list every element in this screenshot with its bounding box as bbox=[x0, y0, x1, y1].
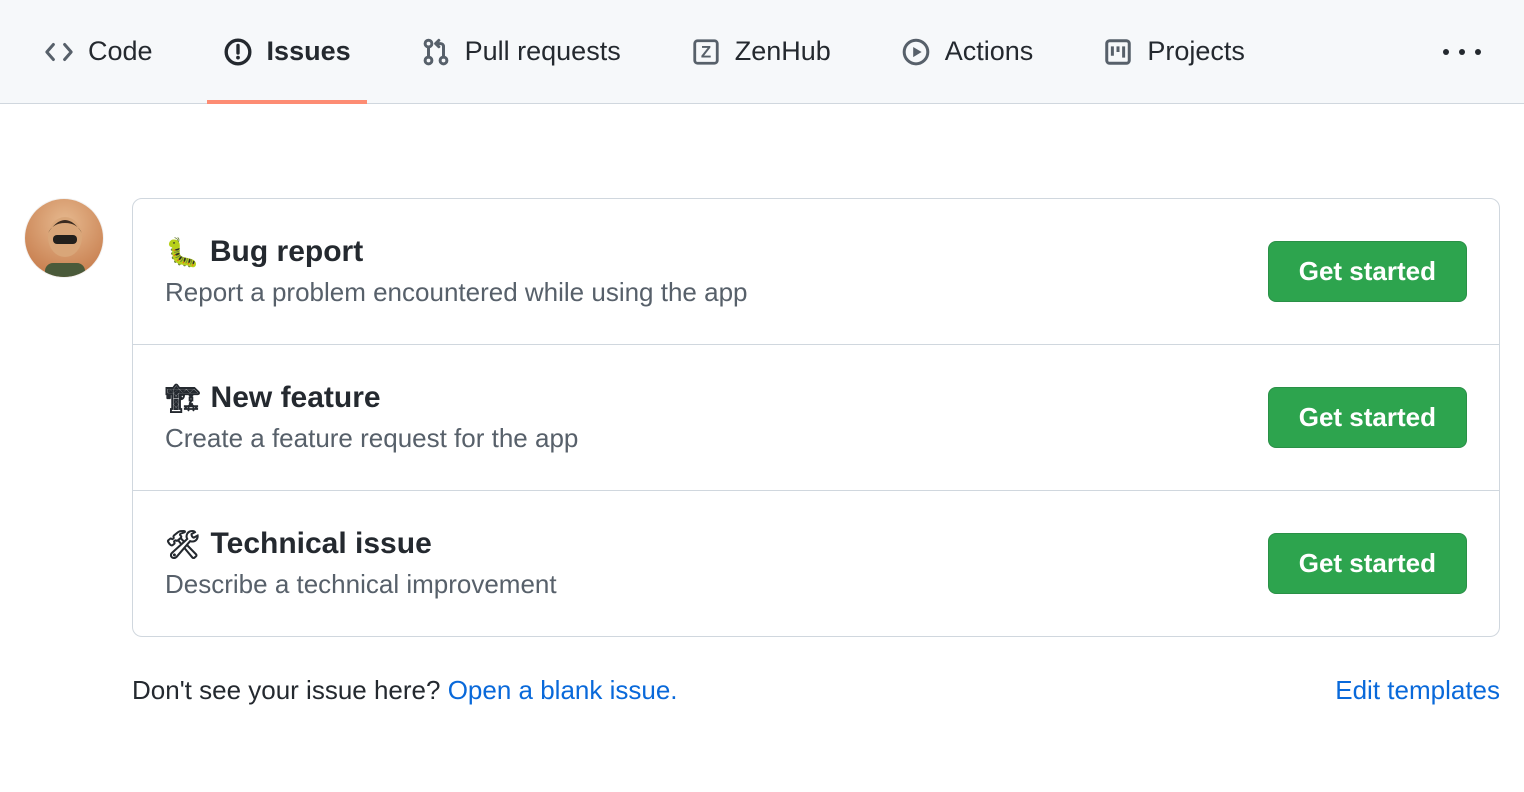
code-icon bbox=[44, 37, 74, 67]
avatar[interactable] bbox=[24, 198, 104, 278]
play-icon bbox=[901, 37, 931, 67]
main-column: 🐛 Bug report Report a problem encountere… bbox=[132, 198, 1500, 706]
template-info: 🐛 Bug report Report a problem encountere… bbox=[165, 235, 1244, 308]
tab-zenhub[interactable]: Z ZenHub bbox=[675, 0, 847, 103]
git-pull-request-icon bbox=[421, 37, 451, 67]
template-list: 🐛 Bug report Report a problem encountere… bbox=[132, 198, 1500, 637]
kebab-icon bbox=[1443, 49, 1449, 55]
tab-label: Projects bbox=[1147, 36, 1245, 67]
template-info: 🏗 New feature Create a feature request f… bbox=[165, 381, 1244, 454]
issue-template-chooser: 🐛 Bug report Report a problem encountere… bbox=[0, 104, 1524, 746]
footer-prompt: Don't see your issue here? bbox=[132, 675, 448, 705]
get-started-button[interactable]: Get started bbox=[1268, 387, 1467, 448]
tab-label: Pull requests bbox=[465, 36, 621, 67]
tab-projects[interactable]: Projects bbox=[1087, 0, 1261, 103]
overflow-menu-button[interactable] bbox=[1428, 49, 1496, 55]
svg-text:Z: Z bbox=[701, 42, 711, 61]
template-title: 🐛 Bug report bbox=[165, 235, 1244, 269]
crane-icon: 🏗 bbox=[165, 382, 201, 415]
template-row-technical-issue: 🛠 Technical issue Describe a technical i… bbox=[133, 490, 1499, 636]
template-row-new-feature: 🏗 New feature Create a feature request f… bbox=[133, 344, 1499, 490]
template-description: Describe a technical improvement bbox=[165, 569, 1244, 600]
footer-left: Don't see your issue here? Open a blank … bbox=[132, 675, 678, 706]
repo-nav: Code Issues Pull requests Z ZenHub Actio… bbox=[0, 0, 1524, 104]
tab-label: Actions bbox=[945, 36, 1034, 67]
template-footer: Don't see your issue here? Open a blank … bbox=[132, 675, 1500, 706]
tools-icon: 🛠 bbox=[165, 528, 201, 561]
template-description: Report a problem encountered while using… bbox=[165, 277, 1244, 308]
tab-issues[interactable]: Issues bbox=[207, 0, 367, 103]
issue-opened-icon bbox=[223, 37, 253, 67]
template-title-text: Technical issue bbox=[211, 527, 432, 561]
template-description: Create a feature request for the app bbox=[165, 423, 1244, 454]
tab-actions[interactable]: Actions bbox=[885, 0, 1050, 103]
template-info: 🛠 Technical issue Describe a technical i… bbox=[165, 527, 1244, 600]
template-title-text: Bug report bbox=[210, 235, 363, 269]
get-started-button[interactable]: Get started bbox=[1268, 241, 1467, 302]
kebab-icon bbox=[1459, 49, 1465, 55]
project-icon bbox=[1103, 37, 1133, 67]
template-title-text: New feature bbox=[211, 381, 381, 415]
tab-label: Code bbox=[88, 36, 153, 67]
template-row-bug-report: 🐛 Bug report Report a problem encountere… bbox=[133, 199, 1499, 344]
template-title: 🛠 Technical issue bbox=[165, 527, 1244, 561]
tab-code[interactable]: Code bbox=[28, 0, 169, 103]
tab-label: ZenHub bbox=[735, 36, 831, 67]
tab-pull-requests[interactable]: Pull requests bbox=[405, 0, 637, 103]
tab-list: Code Issues Pull requests Z ZenHub Actio… bbox=[28, 0, 1428, 103]
edit-templates-link[interactable]: Edit templates bbox=[1335, 675, 1500, 706]
bug-icon: 🐛 bbox=[165, 236, 200, 269]
zenhub-icon: Z bbox=[691, 37, 721, 67]
get-started-button[interactable]: Get started bbox=[1268, 533, 1467, 594]
kebab-icon bbox=[1475, 49, 1481, 55]
template-title: 🏗 New feature bbox=[165, 381, 1244, 415]
open-blank-issue-link[interactable]: Open a blank issue. bbox=[448, 675, 678, 705]
tab-label: Issues bbox=[267, 36, 351, 67]
